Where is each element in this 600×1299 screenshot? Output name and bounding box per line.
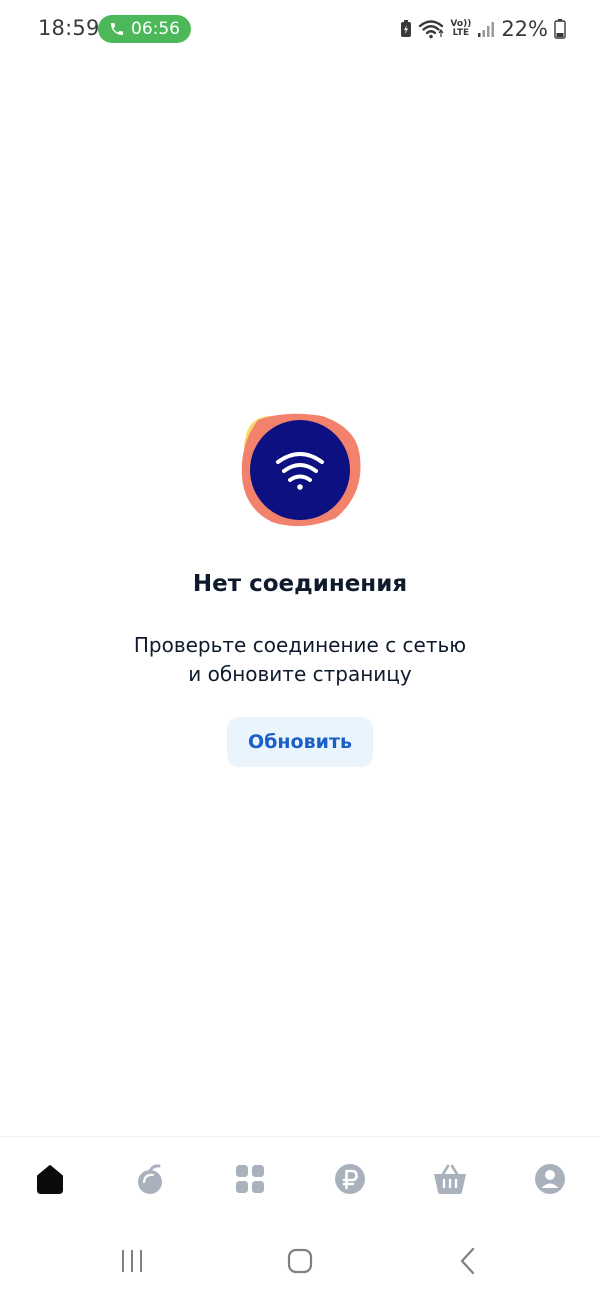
status-icons: Vo)) LTE 22% — [400, 14, 566, 44]
error-description-line2: и обновите страницу — [188, 662, 412, 686]
volte-indicator: Vo)) LTE — [450, 19, 472, 38]
catalog-grid-icon — [236, 1165, 264, 1193]
wifi-icon — [241, 413, 361, 527]
battery-saver-icon — [401, 20, 412, 37]
signal-icon — [478, 22, 495, 37]
fruit-icon — [138, 1164, 162, 1194]
nav-payments[interactable] — [330, 1159, 370, 1199]
battery-percent: 22% — [501, 17, 548, 41]
nav-home[interactable] — [30, 1159, 70, 1199]
call-duration: 06:56 — [131, 19, 180, 39]
nav-basket[interactable] — [430, 1159, 470, 1199]
system-navigation-bar — [0, 1228, 600, 1299]
back-icon — [460, 1247, 475, 1275]
back-button[interactable] — [448, 1244, 488, 1278]
home-square-icon — [287, 1248, 313, 1274]
error-title: Нет соединения — [192, 571, 408, 597]
status-bar: 18:59 06:56 Vo)) LTE 22% — [0, 0, 600, 58]
home-system-button[interactable] — [280, 1244, 320, 1278]
error-description: Проверьте соединение с сетью и обновите … — [0, 631, 600, 689]
bottom-navigation — [0, 1136, 600, 1229]
basket-icon — [434, 1164, 466, 1194]
profile-icon — [535, 1164, 565, 1194]
recent-apps-icon — [122, 1250, 142, 1272]
status-time: 18:59 — [38, 16, 100, 40]
wifi-status-icon — [419, 20, 444, 39]
nav-products[interactable] — [130, 1159, 170, 1199]
nav-profile[interactable] — [530, 1159, 570, 1199]
error-description-line1: Проверьте соединение с сетью — [133, 633, 467, 657]
nav-catalog[interactable] — [230, 1159, 270, 1199]
battery-icon — [554, 19, 566, 39]
home-icon — [37, 1165, 63, 1194]
refresh-button[interactable]: Обновить — [227, 717, 373, 767]
recent-apps-button[interactable] — [112, 1244, 152, 1278]
phone-icon — [111, 23, 123, 35]
ongoing-call-pill[interactable]: 06:56 — [98, 15, 191, 43]
ruble-icon — [335, 1164, 365, 1194]
